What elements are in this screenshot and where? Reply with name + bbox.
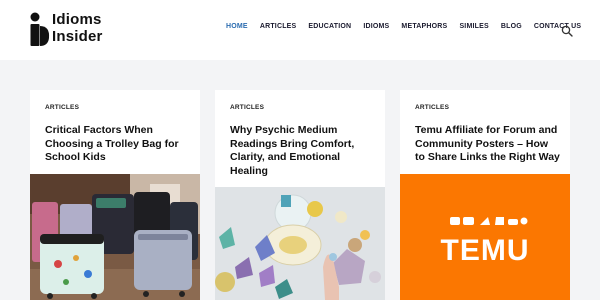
search-icon[interactable] xyxy=(561,25,573,37)
article-card-trolley[interactable]: ARTICLES Critical Factors When Choosing … xyxy=(30,90,200,300)
logo-line-1: Idioms xyxy=(52,11,102,28)
nav-blog[interactable]: BLOG xyxy=(501,23,522,37)
nav-home[interactable]: HOME xyxy=(226,23,248,37)
card-title[interactable]: Temu Affiliate for Forum and Community P… xyxy=(415,124,560,165)
logo-line-2: Insider xyxy=(52,28,103,45)
nav-idioms[interactable]: IDIOMS xyxy=(363,23,389,37)
crystals-image[interactable] xyxy=(215,187,385,300)
site-logo[interactable]: Idioms Insider xyxy=(28,10,118,50)
card-title[interactable]: Critical Factors When Choosing a Trolley… xyxy=(45,124,190,165)
main-nav: HOME ARTICLES EDUCATION IDIOMS METAPHORS… xyxy=(226,23,581,37)
nav-education[interactable]: EDUCATION xyxy=(308,23,351,37)
trolley-bags-image[interactable] xyxy=(30,174,200,300)
article-card-psychic[interactable]: ARTICLES Why Psychic Medium Readings Bri… xyxy=(215,90,385,300)
temu-logo-text: TEMU xyxy=(441,234,530,267)
temu-logo-image[interactable]: TEMU xyxy=(400,174,570,300)
nav-contact-us[interactable]: CONTACT US xyxy=(534,23,581,37)
site-header: Idioms Insider HOME ARTICLES EDUCATION I… xyxy=(0,0,600,60)
card-category[interactable]: ARTICLES xyxy=(415,104,449,111)
card-category[interactable]: ARTICLES xyxy=(45,104,79,111)
card-category[interactable]: ARTICLES xyxy=(230,104,264,111)
nav-metaphors[interactable]: METAPHORS xyxy=(401,23,447,37)
card-title[interactable]: Why Psychic Medium Readings Bring Comfor… xyxy=(230,124,375,178)
nav-similes[interactable]: SIMILES xyxy=(459,23,488,37)
logo-text: Idioms Insider xyxy=(52,11,103,45)
nav-articles[interactable]: ARTICLES xyxy=(260,23,297,37)
logo-mark-icon xyxy=(30,12,50,46)
article-card-temu[interactable]: ARTICLES Temu Affiliate for Forum and Co… xyxy=(400,90,570,300)
